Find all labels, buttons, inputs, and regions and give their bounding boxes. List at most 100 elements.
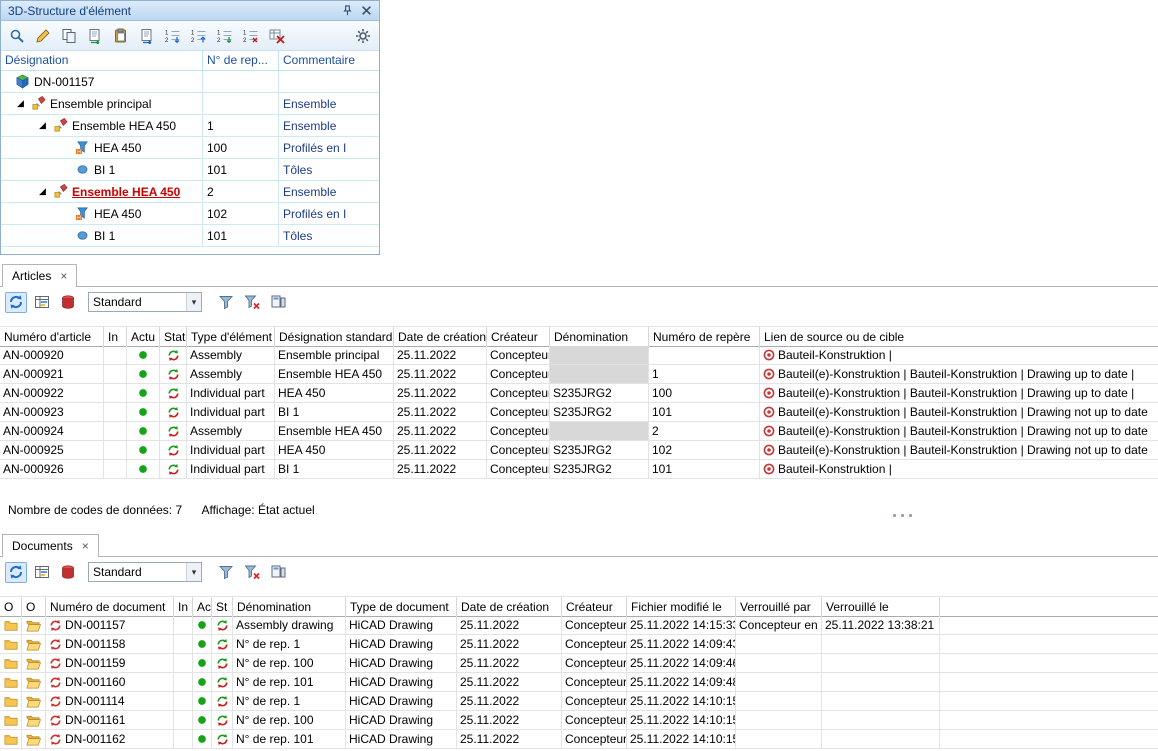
column-header[interactable]: Dénomination — [233, 597, 346, 617]
svg-text:1: 1 — [217, 30, 221, 36]
column-header[interactable]: Date de création — [457, 597, 562, 617]
link-text: Bauteil(e)-Konstruktion | Bauteil-Konstr… — [778, 386, 1134, 400]
column-header[interactable] — [940, 597, 1158, 617]
document-row[interactable]: DN-001157Assembly drawingHiCAD Drawing25… — [0, 616, 1158, 635]
cell-in — [104, 403, 127, 422]
column-header[interactable]: Lien de source ou de cible — [760, 327, 1158, 347]
window-layout-icon[interactable] — [267, 292, 289, 313]
column-header[interactable]: St — [212, 597, 233, 617]
cell-actu — [193, 654, 212, 673]
tree-row[interactable]: DN-001157 — [1, 71, 379, 93]
column-header[interactable]: Numéro de repère — [649, 327, 760, 347]
column-header[interactable]: In — [174, 597, 193, 617]
filter-clear-icon[interactable] — [241, 562, 263, 583]
column-header[interactable]: In — [104, 327, 127, 347]
article-row[interactable]: AN-000924AssemblyEnsemble HEA 45025.11.2… — [0, 422, 1158, 441]
tab-label: Documents — [12, 539, 73, 553]
database-icon[interactable] — [57, 292, 79, 313]
sort-num-remove-icon[interactable]: 12 — [240, 25, 262, 46]
filter-clear-icon[interactable] — [241, 292, 263, 313]
tab-documents[interactable]: Documents × — [2, 534, 99, 557]
refresh-icon[interactable] — [5, 562, 27, 583]
sort-num-up-icon[interactable]: 12 — [188, 25, 210, 46]
articles-table: Numéro d'articleInActuStatType d'élément… — [0, 326, 1158, 479]
column-header[interactable]: Verrouillé le — [822, 597, 940, 617]
column-header[interactable]: Actu — [127, 327, 160, 347]
pin-icon[interactable] — [339, 3, 356, 18]
document-row[interactable]: DN-001114N° de rep. 1HiCAD Drawing25.11.… — [0, 692, 1158, 711]
paste-arrow-icon[interactable] — [136, 25, 158, 46]
plate-icon — [75, 162, 90, 177]
column-header[interactable]: Fichier modifié le — [627, 597, 736, 617]
paste-icon[interactable] — [110, 25, 132, 46]
article-row[interactable]: AN-000926Individual partBI 125.11.2022Co… — [0, 460, 1158, 479]
article-row[interactable]: AN-000922Individual partHEA 45025.11.202… — [0, 384, 1158, 403]
gear-icon[interactable] — [352, 25, 374, 46]
svg-text:H: H — [77, 149, 81, 155]
column-header[interactable]: O — [0, 597, 22, 617]
column-header[interactable]: Ac — [193, 597, 212, 617]
tree-row[interactable]: ◢Ensemble principalEnsemble — [1, 93, 379, 115]
edit-icon[interactable] — [32, 25, 54, 46]
copy-arrow-icon[interactable] — [84, 25, 106, 46]
column-header[interactable]: Numéro de document — [46, 597, 174, 617]
column-header[interactable]: Créateur — [487, 327, 550, 347]
article-row[interactable]: AN-000920AssemblyEnsemble principal25.11… — [0, 346, 1158, 365]
splitter-handle[interactable] — [893, 514, 912, 517]
result-table-icon[interactable] — [31, 292, 53, 313]
article-row[interactable]: AN-000923Individual partBI 125.11.2022Co… — [0, 403, 1158, 422]
document-row[interactable]: DN-001160N° de rep. 101HiCAD Drawing25.1… — [0, 673, 1158, 692]
tree-column-header[interactable]: Commentaire — [279, 51, 379, 71]
database-icon[interactable] — [57, 562, 79, 583]
article-row[interactable]: AN-000925Individual partHEA 45025.11.202… — [0, 441, 1158, 460]
column-header[interactable]: Date de création — [394, 327, 487, 347]
column-header[interactable]: Désignation standard — [275, 327, 394, 347]
column-header[interactable]: Créateur — [562, 597, 627, 617]
tree-row[interactable]: BI 1101Tôles — [1, 225, 379, 247]
tree-row[interactable]: BI 1101Tôles — [1, 159, 379, 181]
tree-column-header[interactable]: Désignation — [1, 51, 203, 71]
window-layout-icon[interactable] — [267, 562, 289, 583]
column-header[interactable]: O — [22, 597, 46, 617]
tree-row[interactable]: HHEA 450100Profilés en I — [1, 137, 379, 159]
article-row[interactable]: AN-000921AssemblyEnsemble HEA 45025.11.2… — [0, 365, 1158, 384]
result-list-combo[interactable]: Standard ▾ — [88, 562, 202, 582]
tab-articles[interactable]: Articles × — [2, 264, 77, 287]
refresh-icon[interactable] — [5, 292, 27, 313]
document-row[interactable]: DN-001159N° de rep. 100HiCAD Drawing25.1… — [0, 654, 1158, 673]
close-icon[interactable] — [358, 3, 375, 18]
tab-close-icon[interactable]: × — [60, 269, 67, 283]
tree-row[interactable]: ◢Ensemble HEA 4501Ensemble — [1, 115, 379, 137]
document-row[interactable]: DN-001161N° de rep. 100HiCAD Drawing25.1… — [0, 711, 1158, 730]
column-header[interactable]: Type de document — [346, 597, 457, 617]
document-row[interactable]: DN-001158N° de rep. 1HiCAD Drawing25.11.… — [0, 635, 1158, 654]
status-view-mode: Affichage: État actuel — [201, 503, 314, 517]
document-row[interactable]: DN-001162N° de rep. 101HiCAD Drawing25.1… — [0, 730, 1158, 749]
expand-toggle-icon[interactable]: ◢ — [37, 120, 53, 131]
tab-close-icon[interactable]: × — [82, 539, 89, 553]
tree-row[interactable]: HHEA 450102Profilés en I — [1, 203, 379, 225]
cell-article-number: AN-000925 — [0, 441, 104, 460]
filter-icon[interactable] — [215, 292, 237, 313]
column-header[interactable]: Verrouillé par — [736, 597, 822, 617]
filter-icon[interactable] — [215, 562, 237, 583]
tree-column-header[interactable]: N° de rep... — [203, 51, 279, 71]
column-header[interactable]: Numéro d'article — [0, 327, 104, 347]
result-list-combo[interactable]: Standard ▾ — [88, 292, 202, 312]
search-icon[interactable] — [6, 25, 28, 46]
structure-toolbar: 12121212 — [1, 21, 379, 51]
column-header[interactable]: Dénomination — [550, 327, 649, 347]
result-table-icon[interactable] — [31, 562, 53, 583]
copy-icon[interactable] — [58, 25, 80, 46]
sort-num-down-icon[interactable]: 12 — [162, 25, 184, 46]
column-header[interactable]: Type d'élément — [187, 327, 275, 347]
status-sync-icon — [216, 695, 229, 708]
delete-table-icon[interactable] — [266, 25, 288, 46]
tree-row[interactable]: ◢Ensemble HEA 4502Ensemble — [1, 181, 379, 203]
structure-panel-titlebar[interactable]: 3D-Structure d'élément — [1, 1, 379, 21]
expand-toggle-icon[interactable]: ◢ — [37, 186, 53, 197]
assembly-icon — [53, 184, 68, 199]
expand-toggle-icon[interactable]: ◢ — [15, 98, 31, 109]
sort-num-insert-icon[interactable]: 12 — [214, 25, 236, 46]
column-header[interactable]: Stat — [160, 327, 187, 347]
